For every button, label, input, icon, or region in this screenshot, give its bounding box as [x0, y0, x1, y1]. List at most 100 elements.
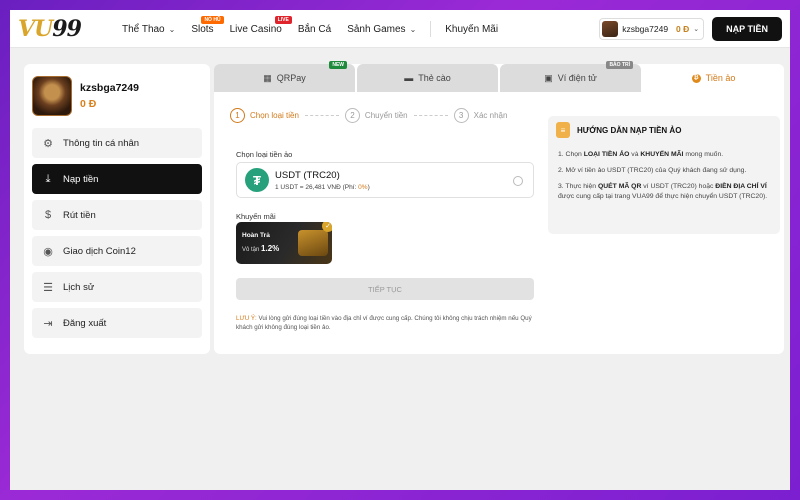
guide-bold: QUÉT MÃ QR [597, 182, 642, 190]
check-icon: ✓ [322, 222, 332, 232]
tab-badge: NEW [329, 61, 347, 69]
header-balance: 0 Đ [676, 24, 690, 34]
sidebar-item-profile[interactable]: ⚙ Thông tin cá nhân [32, 128, 202, 158]
promo-label: Khuyến mãi [236, 212, 276, 221]
account-sidebar: kzsbga7249 0 Đ ⚙ Thông tin cá nhân ⤓ Nạp… [24, 64, 210, 354]
deposit-panel: ▦ QRPay NEW ▬ Thẻ cào ▣ Ví điện tử BẢO T… [214, 61, 784, 354]
note-warning-label: LƯU Ý: [236, 315, 257, 322]
crypto-coin-icon: ₿ [691, 73, 701, 83]
nav-label: Bắn Cá [297, 23, 332, 35]
guide-bold: KHUYẾN MÃI [640, 151, 684, 158]
sidebar-item-label: Rút tiền [63, 209, 96, 221]
nav-khuyen-mai[interactable]: Khuyến Mãi [437, 10, 506, 48]
step-number: 3 [453, 107, 469, 123]
deposit-button[interactable]: NẠP TIỀN [712, 17, 782, 41]
nav-tag: NỔ HŨ [201, 16, 224, 24]
rate-text-end: ) [367, 183, 370, 191]
nav-label: Khuyến Mãi [445, 23, 499, 35]
guide-steps: 1. Chọn LOẠI TIỀN ẢO và KHUYẾN MÃI mong … [558, 150, 776, 207]
sidebar-item-label: Lịch sử [63, 281, 95, 293]
promo-card-hoan-tra[interactable]: Hoàn Trả Vô tận 1.2% ✓ [236, 222, 332, 264]
sidebar-balance: 0 Đ [80, 98, 97, 110]
guide-text: được cung cấp tại trang VUA99 để thực hi… [558, 192, 768, 200]
currency-radio[interactable] [513, 176, 523, 186]
tab-tien-ao[interactable]: ₿ Tiền ảo [643, 64, 784, 92]
tab-label: QRPay [276, 73, 306, 83]
sidebar-item-withdraw[interactable]: $ Rút tiền [32, 200, 202, 230]
sidebar-item-deposit[interactable]: ⤓ Nạp tiền [32, 164, 202, 194]
sidebar-item-coin12[interactable]: ◉ Giao dịch Coin12 [32, 236, 202, 266]
currency-option-usdt[interactable]: ₮ USDT (TRC20) 1 USDT = 26,481 VNĐ (Phí:… [236, 162, 534, 198]
user-menu[interactable]: kzsbga7249 0 Đ ⌄ [599, 18, 705, 40]
rate-text: 1 USDT = 26,481 VNĐ (Phí: [275, 183, 359, 191]
sidebar-item-label: Đăng xuất [63, 317, 107, 329]
nav-slots[interactable]: Slots NỔ HŨ [183, 10, 224, 48]
guide-panel: ≡ HƯỚNG DẪN NẠP TIỀN ẢO 1. Chọn LOẠI TIỀ… [548, 116, 780, 234]
main-nav: Thể Thao ⌄ Slots NỔ HŨ Live Casino LIVE B… [114, 10, 506, 48]
step-label: Chọn loại tiền [250, 110, 299, 120]
history-icon: ☰ [43, 281, 53, 294]
tab-label: Tiền ảo [705, 73, 736, 83]
nav-label: Thể Thao [122, 23, 165, 35]
guide-title: HƯỚNG DẪN NẠP TIỀN ẢO [577, 125, 682, 135]
tab-the-cao[interactable]: ▬ Thẻ cào [357, 64, 498, 92]
top-header: VU 99 Thể Thao ⌄ Slots NỔ HŨ Live Casino L… [10, 10, 790, 48]
step-3: 3 Xác nhận [453, 107, 507, 123]
withdraw-icon: $ [44, 209, 52, 221]
logo[interactable]: VU 99 [18, 16, 82, 42]
payment-tabs: ▦ QRPay NEW ▬ Thẻ cào ▣ Ví điện tử BẢO T… [214, 61, 784, 92]
sidebar-item-history[interactable]: ☰ Lịch sử [32, 272, 202, 302]
avatar [32, 76, 72, 116]
step-number: 2 [344, 107, 360, 123]
tab-vi-dien-tu[interactable]: ▣ Ví điện tử BẢO TRÌ [500, 61, 641, 92]
nav-the-thao[interactable]: Thể Thao ⌄ [114, 10, 183, 48]
fee-value: 0% [358, 183, 368, 191]
guide-text: ví USDT (TRC20) hoặc [641, 182, 716, 190]
guide-step-2: 2. Mở ví tiền ảo USDT (TRC20) của Quý kh… [558, 166, 747, 174]
currency-rate: 1 USDT = 26,481 VNĐ (Phí: 0%) [275, 184, 370, 191]
promo-value: 1.2% [261, 244, 280, 253]
guide-bold: LOẠI TIỀN ẢO [583, 151, 630, 158]
nav-label: Sảnh Games [347, 23, 406, 35]
guide-step-1: 1. Chọn LOẠI TIỀN ẢO và KHUYẾN MÃI mong … [558, 150, 776, 160]
sidebar-item-label: Thông tin cá nhân [63, 137, 140, 149]
coin-icon: ◉ [43, 245, 53, 258]
tab-qrpay[interactable]: ▦ QRPay NEW [214, 61, 355, 92]
nav-live-casino[interactable]: Live Casino LIVE [222, 10, 292, 48]
chevron-down-icon: ⌄ [168, 24, 176, 34]
nav-ban-ca[interactable]: Bắn Cá [290, 10, 339, 48]
continue-button[interactable]: TIẾP TỤC [236, 278, 534, 300]
chevron-down-icon: ⌄ [693, 26, 700, 33]
logout-icon: ⇥ [43, 317, 53, 330]
account-menu: ⚙ Thông tin cá nhân ⤓ Nạp tiền $ Rút tiề… [32, 128, 202, 344]
nav-sanh-games[interactable]: Sảnh Games ⌄ [339, 10, 424, 48]
step-number: 1 [230, 107, 245, 123]
nav-label: Slots [191, 23, 214, 35]
user-settings-icon: ⚙ [43, 137, 53, 150]
logo-text-left: VU [18, 16, 53, 42]
currency-name: USDT (TRC20) [275, 169, 340, 181]
sidebar-item-label: Nạp tiền [63, 173, 99, 185]
sidebar-item-label: Giao dịch Coin12 [63, 245, 136, 257]
header-username: kzsbga7249 [622, 24, 669, 34]
document-icon: ≡ [556, 122, 570, 138]
step-label: Chuyển tiền [364, 110, 408, 120]
warning-note: LƯU Ý: Vui lòng gửi đúng loại tiền vào đ… [236, 314, 536, 333]
guide-text: và [629, 151, 641, 158]
deposit-icon: ⤓ [45, 172, 51, 185]
qr-icon: ▦ [263, 72, 272, 83]
guide-bold: ĐIỀN ĐỊA CHỈ VÍ [715, 182, 767, 190]
promo-sub-text: Vô tận [242, 247, 262, 253]
header-right: kzsbga7249 0 Đ ⌄ NẠP TIỀN [599, 15, 782, 43]
sidebar-item-logout[interactable]: ⇥ Đăng xuất [32, 308, 202, 338]
step-connector [413, 114, 448, 116]
logo-text-right: 99 [52, 16, 82, 42]
nav-label: Live Casino [229, 23, 282, 35]
guide-text: 3. Thực hiện [558, 182, 598, 190]
app-window: VU 99 Thể Thao ⌄ Slots NỔ HŨ Live Casino L… [10, 10, 790, 490]
money-bag-icon [298, 230, 328, 256]
nav-divider [430, 21, 432, 37]
guide-header: ≡ HƯỚNG DẪN NẠP TIỀN ẢO [556, 122, 681, 138]
tether-icon: ₮ [245, 168, 269, 192]
card-icon: ▬ [404, 73, 414, 83]
